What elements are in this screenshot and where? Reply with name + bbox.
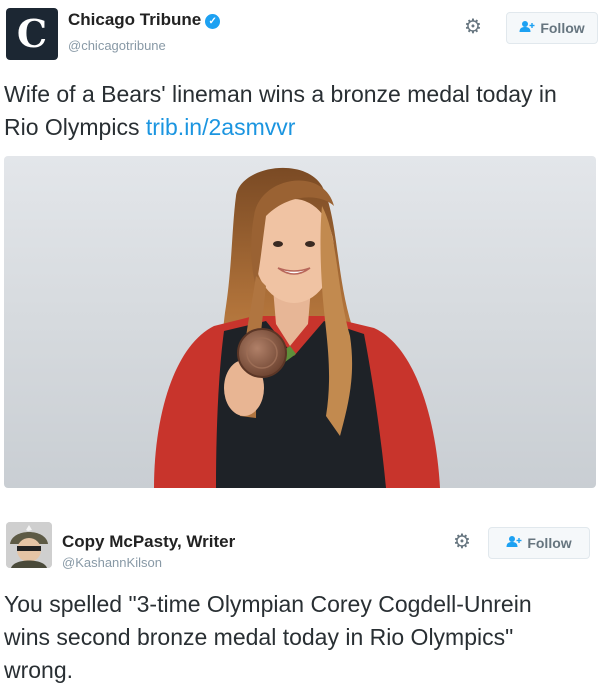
user-handle[interactable]: @KashannKilson (62, 555, 162, 570)
display-name-text: Chicago Tribune (68, 10, 202, 29)
chicago-tribune-avatar[interactable]: C (6, 8, 58, 60)
add-user-icon (506, 535, 522, 551)
copy-mcpasty-avatar[interactable] (6, 522, 52, 568)
gear-icon[interactable]: ⚙ (464, 17, 482, 37)
avatar-letter: C (16, 11, 48, 56)
follow-label: Follow (527, 535, 572, 551)
display-name[interactable]: Copy McPasty, Writer (62, 532, 235, 552)
gear-icon[interactable]: ⚙ (453, 532, 471, 552)
soldier-avatar-icon (6, 522, 52, 568)
follow-button[interactable]: Follow (506, 12, 598, 44)
add-user-icon (519, 20, 535, 36)
tweet-photo[interactable] (4, 156, 596, 488)
tweet-link[interactable]: trib.in/2asmvvr (146, 114, 296, 140)
verified-badge-icon: ✓ (205, 14, 221, 29)
follow-label: Follow (540, 20, 585, 36)
tweet-copy-mcpasty: Copy McPasty, Writer @KashannKilson ⚙ Fo… (0, 508, 600, 697)
follow-button[interactable]: Follow (488, 527, 590, 559)
user-handle[interactable]: @chicagotribune (68, 38, 166, 53)
tweet-text: You spelled "3-time Olympian Corey Cogde… (4, 591, 532, 683)
display-name[interactable]: Chicago Tribune ✓ (68, 10, 221, 30)
tweet-text: Wife of a Bears' lineman wins a bronze m… (4, 78, 594, 144)
tweet-chicago-tribune: C Chicago Tribune ✓ @chicagotribune ⚙ Fol… (0, 0, 600, 500)
athlete-photo (154, 167, 440, 488)
